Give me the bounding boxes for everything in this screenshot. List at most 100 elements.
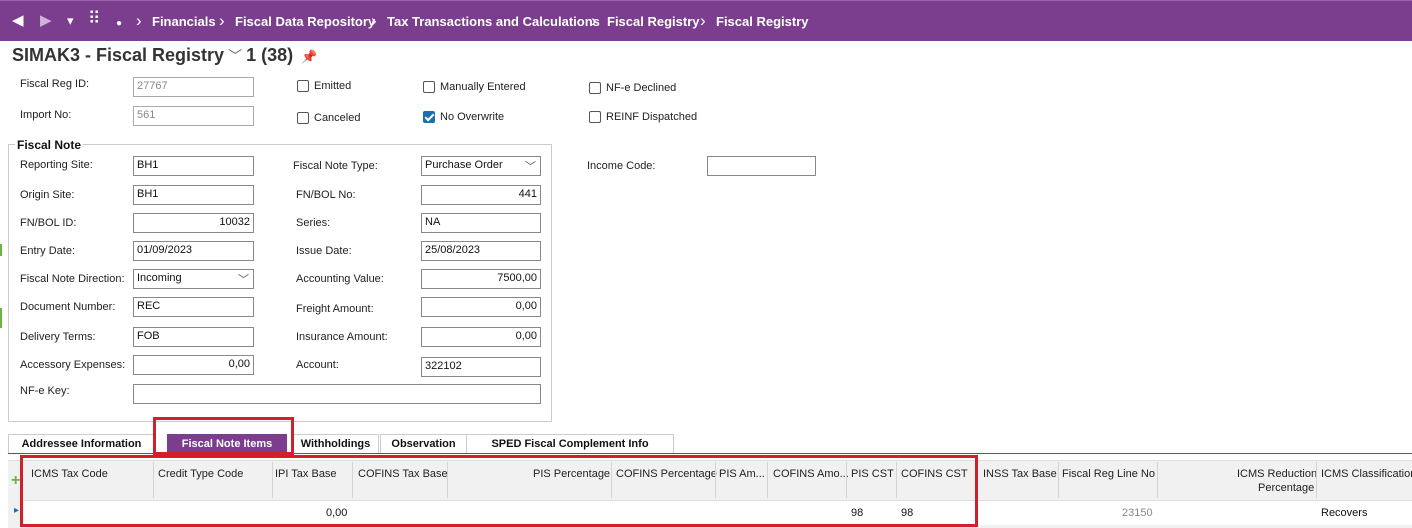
- side-marker: [0, 308, 2, 328]
- breadcrumb-tax-transactions[interactable]: Tax Transactions and Calculations: [387, 14, 600, 29]
- tab-addressee-information[interactable]: Addressee Information: [8, 434, 155, 454]
- freight-amount-label: Freight Amount:: [296, 303, 374, 315]
- cell-icms-classification[interactable]: Recovers: [1321, 507, 1367, 519]
- origin-site-field[interactable]: BH1: [133, 185, 254, 205]
- column-divider: [715, 462, 716, 498]
- record-count: 1 (38): [246, 45, 294, 65]
- col-cofins-percentage[interactable]: COFINS Percentage: [616, 468, 717, 480]
- fiscal-note-type-value: Purchase Order: [425, 159, 503, 171]
- col-cofins-cst[interactable]: COFINS CST: [901, 468, 968, 480]
- reinf-dispatched-checkbox[interactable]: [589, 111, 601, 123]
- col-pis-amount[interactable]: PIS Am...: [719, 468, 765, 480]
- col-cofins-amount[interactable]: COFINS Amo...: [773, 468, 849, 480]
- income-code-field[interactable]: [707, 156, 816, 176]
- no-overwrite-checkbox[interactable]: [423, 111, 435, 123]
- fiscal-note-type-label: Fiscal Note Type:: [293, 160, 378, 172]
- fn-bol-id-label: FN/BOL ID:: [20, 217, 77, 229]
- cell-fiscal-reg-line-no[interactable]: 23150: [1122, 507, 1153, 519]
- insurance-amount-field[interactable]: 0,00: [421, 327, 541, 347]
- fiscal-note-direction-value: Incoming: [137, 272, 182, 284]
- import-no-label: Import No:: [20, 109, 72, 121]
- tab-fiscal-note-items[interactable]: Fiscal Note Items: [167, 434, 287, 454]
- document-number-field[interactable]: REC: [133, 297, 254, 317]
- chevron-right-icon: ›: [371, 11, 377, 30]
- series-field[interactable]: NA: [421, 213, 541, 233]
- table-row[interactable]: [24, 500, 1412, 525]
- column-divider: [767, 462, 768, 498]
- import-no-field[interactable]: 561: [133, 106, 254, 126]
- issue-date-label: Issue Date:: [296, 245, 352, 257]
- account-field[interactable]: 322102: [421, 357, 541, 377]
- cell-cofins-cst[interactable]: 98: [901, 507, 913, 519]
- accessory-expenses-label: Accessory Expenses:: [20, 359, 126, 371]
- col-icms-reduction-percentage[interactable]: Percentage: [1258, 482, 1314, 494]
- add-row-icon[interactable]: +: [11, 472, 20, 490]
- series-label: Series:: [296, 217, 331, 229]
- col-pis-percentage[interactable]: PIS Percentage: [533, 468, 610, 480]
- breadcrumb-fiscal-registry[interactable]: Fiscal Registry: [607, 14, 700, 29]
- col-icms-tax-code[interactable]: ICMS Tax Code: [31, 468, 108, 480]
- tab-observation[interactable]: Observation: [380, 434, 467, 454]
- issue-date-field[interactable]: 25/08/2023: [421, 241, 541, 261]
- side-marker: [0, 244, 2, 256]
- canceled-checkbox[interactable]: [297, 112, 309, 124]
- breadcrumb-financials[interactable]: Financials: [152, 14, 216, 29]
- column-divider: [896, 462, 897, 498]
- fn-bol-id-field[interactable]: 10032: [133, 213, 254, 233]
- col-ipi-tax-base[interactable]: IPI Tax Base: [275, 468, 337, 480]
- entry-date-label: Entry Date:: [20, 245, 76, 257]
- document-number-label: Document Number:: [20, 301, 116, 313]
- breadcrumb-fiscal-registry-current: Fiscal Registry: [716, 14, 809, 29]
- accounting-value-field[interactable]: 7500,00: [421, 269, 541, 289]
- menu-dropdown-icon[interactable]: ▾: [67, 13, 74, 29]
- breadcrumb-fiscal-data-repository[interactable]: Fiscal Data Repository: [235, 14, 375, 29]
- col-pis-cst[interactable]: PIS CST: [851, 468, 894, 480]
- nfe-key-field[interactable]: [133, 384, 541, 404]
- apps-grid-icon[interactable]: ⠿: [88, 10, 100, 27]
- forward-icon[interactable]: ▶: [40, 13, 52, 29]
- back-icon[interactable]: ◀: [12, 13, 24, 29]
- delivery-terms-field[interactable]: FOB: [133, 327, 254, 347]
- column-divider: [1058, 462, 1059, 498]
- accessory-expenses-field[interactable]: 0,00: [133, 355, 254, 375]
- reporting-site-label: Reporting Site:: [20, 159, 93, 171]
- cell-pis-cst[interactable]: 98: [851, 507, 863, 519]
- col-inss-tax-base[interactable]: INSS Tax Base: [983, 468, 1057, 480]
- fiscal-reg-id-field[interactable]: 27767: [133, 77, 254, 97]
- entry-date-field[interactable]: 01/09/2023: [133, 241, 254, 261]
- tab-withholdings[interactable]: Withholdings: [292, 434, 379, 454]
- row-selector-icon[interactable]: ▸: [14, 505, 19, 516]
- nfe-key-label: NF-e Key:: [20, 385, 70, 397]
- chevron-right-icon: ›: [591, 11, 597, 30]
- reporting-site-field[interactable]: BH1: [133, 156, 254, 176]
- emitted-checkbox[interactable]: [297, 80, 309, 92]
- manually-entered-checkbox[interactable]: [423, 81, 435, 93]
- col-icms-classification[interactable]: ICMS Classification: [1321, 468, 1412, 480]
- chevron-down-icon[interactable]: ﹀: [228, 48, 242, 64]
- page-title-text: SIMAK3 - Fiscal Registry: [12, 45, 225, 65]
- col-cofins-tax-base[interactable]: COFINS Tax Base: [358, 468, 448, 480]
- cell-ipi-tax-base[interactable]: 0,00: [326, 507, 347, 519]
- fiscal-reg-id-label: Fiscal Reg ID:: [20, 78, 90, 90]
- fn-bol-no-field[interactable]: 441: [421, 185, 541, 205]
- page-title: SIMAK3 - Fiscal Registry ﹀ 1 (38) 📌: [12, 45, 317, 66]
- accounting-value-label: Accounting Value:: [296, 273, 384, 285]
- column-divider: [846, 462, 847, 498]
- nfe-declined-checkbox[interactable]: [589, 82, 601, 94]
- chevron-right-icon: ›: [700, 11, 706, 30]
- column-divider: [272, 462, 273, 498]
- home-dot-icon[interactable]: ●: [116, 16, 122, 32]
- reinf-dispatched-label: REINF Dispatched: [606, 111, 698, 123]
- no-overwrite-label: No Overwrite: [440, 111, 505, 123]
- column-divider: [1316, 462, 1317, 498]
- delivery-terms-label: Delivery Terms:: [20, 331, 96, 343]
- col-icms-reduction[interactable]: ICMS Reduction: [1237, 468, 1317, 480]
- freight-amount-field[interactable]: 0,00: [421, 297, 541, 317]
- tab-sped-fiscal-complement-info[interactable]: SPED Fiscal Complement Info: [466, 434, 674, 454]
- fiscal-note-direction-select[interactable]: Incoming ﹀: [133, 269, 254, 289]
- pin-icon[interactable]: 📌: [301, 49, 317, 64]
- fiscal-note-type-select[interactable]: Purchase Order ﹀: [421, 156, 541, 176]
- insurance-amount-label: Insurance Amount:: [296, 331, 388, 343]
- col-credit-type-code[interactable]: Credit Type Code: [158, 468, 243, 480]
- col-fiscal-reg-line-no[interactable]: Fiscal Reg Line No: [1062, 468, 1155, 480]
